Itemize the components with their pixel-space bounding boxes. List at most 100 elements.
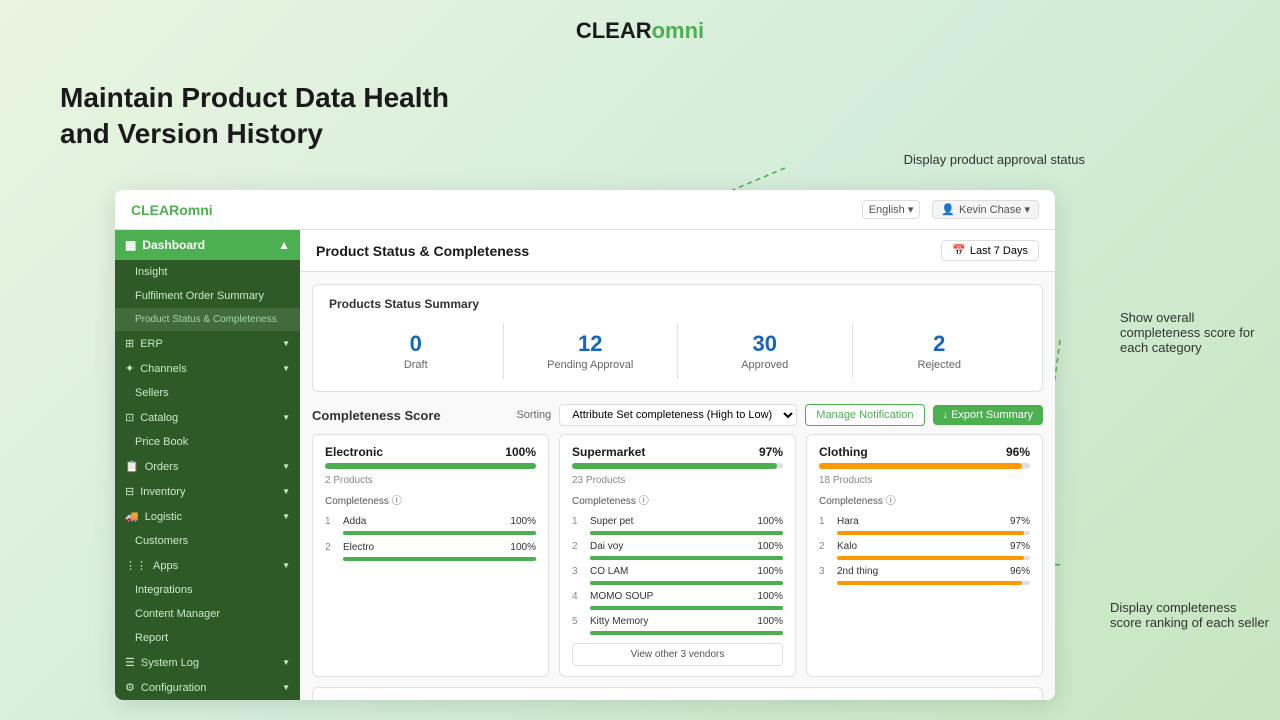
status-summary-title: Products Status Summary	[329, 297, 1026, 311]
approved-label: Approved	[690, 359, 840, 371]
page-title: Product Status & Completeness	[316, 243, 529, 259]
status-card-rejected: 2 Rejected	[853, 323, 1027, 379]
sidebar-item-report[interactable]: Report	[115, 626, 300, 650]
sidebar-item-pricebook[interactable]: Price Book	[115, 430, 300, 454]
apps-icon: ⋮⋮	[125, 559, 147, 572]
seller-row: 3 2nd thing 96%	[819, 563, 1030, 580]
main-content: Product Status & Completeness 📅 Last 7 D…	[300, 230, 1055, 700]
annotation-completeness: Show overall completeness score for each…	[1120, 310, 1270, 355]
config-icon: ⚙	[125, 681, 135, 694]
sidebar-section-orders[interactable]: 📋 Orders ▼	[115, 454, 300, 479]
sidebar-section-syslog[interactable]: ☰ System Log ▼	[115, 650, 300, 675]
pending-number: 12	[516, 331, 666, 357]
category-card-clothing: Clothing 96% 18 Products Completeness ⓘ …	[806, 434, 1043, 677]
completeness-section: Completeness Score Sorting Attribute Set…	[312, 404, 1043, 700]
app-logo: CLEARomni	[131, 202, 213, 218]
seller-row: 5 Kitty Memory 100%	[572, 613, 783, 630]
status-summary: Products Status Summary 0 Draft 12 Pendi…	[312, 284, 1043, 392]
date-filter[interactable]: 📅 Last 7 Days	[941, 240, 1039, 261]
pending-label: Pending Approval	[516, 359, 666, 371]
chevron-inventory: ▼	[282, 487, 290, 496]
healthcare-score: 88%	[1006, 698, 1030, 700]
page-header: Product Status & Completeness 📅 Last 7 D…	[300, 230, 1055, 272]
completeness-title: Completeness Score	[312, 408, 441, 423]
chevron-erp: ▼	[282, 339, 290, 348]
sidebar-item-customers[interactable]: Customers	[115, 529, 300, 553]
dashboard-label: Dashboard	[142, 238, 205, 252]
headline: Maintain Product Data Health and Version…	[60, 80, 449, 153]
sort-dropdown[interactable]: Attribute Set completeness (High to Low)	[559, 404, 797, 426]
chevron-up-icon: ▲	[278, 238, 290, 252]
calendar-icon: 📅	[952, 244, 966, 257]
top-logo: CLEARomni	[0, 0, 1280, 54]
category-card-healthcare: Healthcare 88% 1040 Products Completenes…	[312, 687, 1043, 700]
app-header-right: English ▾ 👤 Kevin Chase ▾	[862, 200, 1039, 219]
clothing-score: 96%	[1006, 445, 1030, 459]
manage-notification-button[interactable]: Manage Notification	[805, 404, 924, 426]
sidebar-item-sellers[interactable]: Sellers	[115, 381, 300, 405]
chevron-orders: ▼	[282, 462, 290, 471]
rejected-number: 2	[865, 331, 1015, 357]
sidebar-section-config[interactable]: ⚙ Configuration ▼	[115, 675, 300, 700]
sidebar-item-insight[interactable]: Insight	[115, 260, 300, 284]
user-badge[interactable]: 👤 Kevin Chase ▾	[932, 200, 1039, 219]
language-selector[interactable]: English ▾	[862, 200, 921, 219]
seller-row: 1 Adda 100%	[325, 513, 536, 530]
sidebar-item-integrations[interactable]: Integrations	[115, 578, 300, 602]
sidebar-item-product-status[interactable]: Product Status & Completeness	[115, 308, 300, 331]
sidebar-item-content-manager[interactable]: Content Manager	[115, 602, 300, 626]
category-card-supermarket: Supermarket 97% 23 Products Completeness…	[559, 434, 796, 677]
seller-row: 1 Super pet 100%	[572, 513, 783, 530]
sidebar-section-inventory[interactable]: ⊟ Inventory ▼	[115, 479, 300, 504]
sidebar-section-apps[interactable]: ⋮⋮ Apps ▼	[115, 553, 300, 578]
logistic-icon: 🚚	[125, 510, 139, 523]
clothing-name: Clothing	[819, 445, 868, 459]
app-logo-clear: CLEAR	[131, 202, 179, 218]
headline-line2: and Version History	[60, 116, 449, 152]
user-icon: 👤	[941, 203, 955, 216]
supermarket-score: 97%	[759, 445, 783, 459]
chevron-config: ▼	[282, 683, 290, 692]
category-grid: Electronic 100% 2 Products Completeness …	[312, 434, 1043, 677]
view-others-button[interactable]: View other 3 vendors	[572, 643, 783, 666]
completeness-controls: Sorting Attribute Set completeness (High…	[516, 404, 1043, 426]
sidebar-section-logistic[interactable]: 🚚 Logistic ▼	[115, 504, 300, 529]
healthcare-name: Healthcare	[325, 698, 386, 700]
status-card-pending: 12 Pending Approval	[504, 323, 679, 379]
sidebar-section-catalog[interactable]: ⊡ Catalog ▼	[115, 405, 300, 430]
sidebar-dashboard[interactable]: ▦ Dashboard ▲	[115, 230, 300, 260]
status-card-approved: 30 Approved	[678, 323, 853, 379]
app-window: CLEARomni English ▾ 👤 Kevin Chase ▾ ▦ Da…	[115, 190, 1055, 700]
rejected-label: Rejected	[865, 359, 1015, 371]
app-logo-omni: omni	[179, 202, 212, 218]
date-filter-label: Last 7 Days	[970, 245, 1028, 257]
chevron-channels: ▼	[282, 364, 290, 373]
app-body: ▦ Dashboard ▲ Insight Fulfilment Order S…	[115, 230, 1055, 700]
chevron-logistic: ▼	[282, 512, 290, 521]
logo-omni: omni	[652, 18, 705, 43]
username: Kevin Chase ▾	[959, 203, 1030, 216]
annotation-ranking: Display completeness score ranking of ea…	[1110, 600, 1270, 630]
seller-row: 3 CO LAM 100%	[572, 563, 783, 580]
channels-icon: ✦	[125, 362, 134, 375]
approved-number: 30	[690, 331, 840, 357]
supermarket-products: 23 Products	[572, 475, 783, 486]
sidebar-item-fulfilment[interactable]: Fulfilment Order Summary	[115, 284, 300, 308]
supermarket-name: Supermarket	[572, 445, 645, 459]
seller-row: 1 Hara 97%	[819, 513, 1030, 530]
sorting-label: Sorting	[516, 409, 551, 421]
sidebar-section-channels[interactable]: ✦ Channels ▼	[115, 356, 300, 381]
chevron-catalog: ▼	[282, 413, 290, 422]
syslog-icon: ☰	[125, 656, 135, 669]
chevron-apps: ▼	[282, 561, 290, 570]
electronic-score: 100%	[505, 445, 536, 459]
inventory-icon: ⊟	[125, 485, 134, 498]
dashboard-icon: ▦	[125, 238, 136, 252]
draft-number: 0	[341, 331, 491, 357]
sidebar: ▦ Dashboard ▲ Insight Fulfilment Order S…	[115, 230, 300, 700]
annotation-approval: Display product approval status	[904, 152, 1085, 167]
sidebar-section-erp[interactable]: ⊞ ERP ▼	[115, 331, 300, 356]
export-summary-button[interactable]: ↓ Export Summary	[933, 405, 1043, 425]
seller-row: 2 Electro 100%	[325, 539, 536, 556]
completeness-header: Completeness Score Sorting Attribute Set…	[312, 404, 1043, 426]
